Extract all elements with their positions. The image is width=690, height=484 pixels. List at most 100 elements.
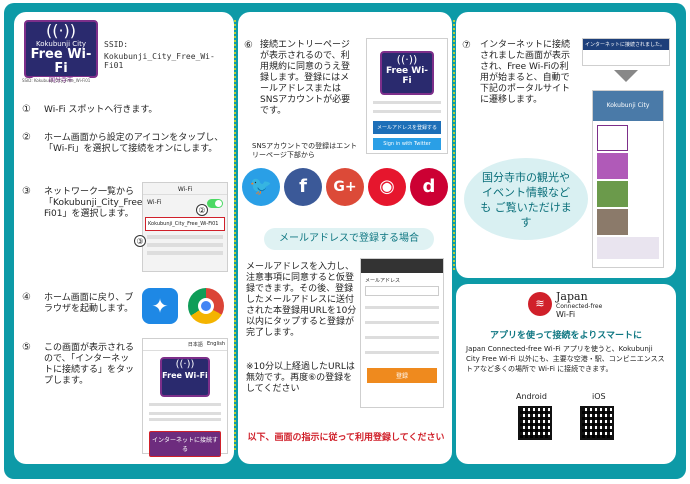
tab-japanese[interactable]: 日本語: [188, 341, 203, 348]
dotted-divider: [453, 20, 455, 270]
portal-tile[interactable]: [597, 153, 628, 179]
wifi-toggle-row: Wi-Fi: [143, 195, 227, 211]
register-submit-button[interactable]: 登録: [367, 368, 437, 383]
step-number: ③: [22, 186, 31, 197]
entry-wifi-logo: ((·)) Free Wi-Fi: [380, 51, 434, 95]
portal-tiles: [593, 121, 663, 263]
settings-title: Wi-Fi: [143, 183, 227, 195]
portal-tile[interactable]: [597, 181, 628, 207]
wifi-icon: ((·)): [175, 359, 195, 370]
chrome-center: [198, 298, 214, 314]
japan-body: Japan Connected-free Wi-Fi アプリを使うと、Kokub…: [466, 345, 665, 373]
connect-internet-button[interactable]: インターネットに接続する: [149, 431, 221, 457]
tab-english[interactable]: English: [207, 341, 225, 348]
step-number: ⑥: [244, 40, 253, 51]
japan-logo-text: Japan: [556, 290, 588, 303]
twitter-signin-button[interactable]: Sign in with Twitter: [373, 138, 441, 150]
network-item[interactable]: [147, 235, 223, 239]
arrow-down-icon: [614, 70, 638, 82]
facebook-icon[interactable]: f: [284, 168, 322, 206]
steps-panel-middle: ⑥ 接続エントリーページが表示されるので、利用規約に同意のうえ登録します。登録に…: [238, 12, 452, 464]
email-form-screenshot: メールアドレス 登録: [360, 258, 444, 408]
agreement-line: [365, 321, 439, 324]
wifi-icon: ((·)): [396, 53, 418, 66]
bubble-text: 国分寺市の観光やイベント情報なども ご覧いただけます: [480, 171, 572, 229]
dotted-divider: [234, 20, 236, 450]
steps-panel-right: ⑦ インターネットに接続されました画面が表示され、Free Wi-Fiの利用が始…: [456, 12, 676, 278]
wifi-icon: ((·)): [45, 21, 77, 40]
ssid-value: Kokubunji_City_Free_Wi-Fi01: [104, 52, 215, 70]
info-bubble: 国分寺市の観光やイベント情報なども ご覧いただけます: [464, 158, 588, 240]
android-label: Android: [516, 392, 547, 401]
entry-logo-title: Free Wi-Fi: [385, 66, 429, 86]
docomo-icon[interactable]: d: [410, 168, 448, 206]
follow-instructions-footer: 以下、画面の指示に従って利用登録してください: [247, 433, 445, 443]
sns-note: SNSアカウントでの登録はエントリーページ下部から: [252, 142, 358, 159]
terms-line: [149, 418, 221, 421]
email-instructions: メールアドレスを入力し、注意事項に同意すると仮登録できます。その後、登録したメー…: [246, 262, 357, 338]
step-number: ⑦: [462, 40, 471, 51]
step-text: 接続エントリーページが表示されるので、利用規約に同意のうえ登録します。登録にはメ…: [260, 40, 351, 116]
agreement-line: [365, 306, 439, 309]
portal-tile[interactable]: [597, 237, 659, 259]
wifi-settings-screenshot: Wi-Fi Wi-Fi Kokubunji_City_Free_Wi-Fi01: [142, 182, 228, 272]
weibo-icon[interactable]: ◉: [368, 168, 406, 206]
entry-page-screenshot: ((·)) Free Wi-Fi メールアドレスを登録する Sign in wi…: [366, 38, 448, 154]
terms-line: [373, 101, 441, 104]
agreement-line: [365, 351, 439, 354]
safari-icon[interactable]: ✦: [142, 288, 178, 324]
form-header: [361, 259, 443, 273]
steps-panel-left: ((·)) Kokubunji City Free Wi-Fi 国分寺市 SSI…: [14, 12, 234, 464]
step-text: ホーム画面から設定のアイコンをタップし、「Wi-Fi」を選択して接続をオンにしま…: [44, 133, 224, 154]
portal-header: Kokubunji City: [593, 91, 663, 121]
android-qr-code[interactable]: [518, 406, 552, 440]
logo-title: Free Wi-Fi: [30, 47, 92, 76]
email-input[interactable]: [365, 286, 439, 296]
japan-wifi-icon: ≋: [528, 292, 552, 316]
network-item[interactable]: [147, 251, 223, 255]
japan-logo-wifi: Wi-Fi: [556, 310, 576, 319]
terms-line: [149, 412, 221, 415]
ios-qr-code[interactable]: [580, 406, 614, 440]
agreement-line: [365, 336, 439, 339]
step-number: ①: [22, 104, 31, 115]
step-text: インターネットに接続されました画面が表示され、Free Wi-Fiの利用が始まる…: [480, 40, 571, 105]
connected-label: インターネットに接続されました。: [583, 39, 669, 50]
step-number: ④: [22, 292, 31, 303]
japan-connected-panel: ≋ Japan Connected-free Wi-Fi アプリを使って接続をよ…: [456, 284, 676, 464]
sns-icon-row: 🐦 f G+ ◉ d: [242, 168, 448, 206]
kokubunji-wifi-logo: ((·)) Kokubunji City Free Wi-Fi 国分寺市: [24, 20, 98, 85]
email-registration-banner: メールアドレスで登録する場合: [264, 228, 434, 250]
japan-logo-sub: Connected-free: [556, 303, 603, 310]
callout-2: ②: [196, 204, 208, 216]
mini-wifi-logo: ((·)) Free Wi-Fi: [160, 357, 210, 397]
step-text: Wi-Fi スポットへ行きます。: [44, 105, 158, 115]
language-tabs: 日本語 English: [143, 339, 227, 351]
step-text: ネットワーク一覧から「Kokubunji_City_Free_Wi-Fi01」を…: [44, 187, 162, 219]
portal-site-screenshot: Kokubunji City: [592, 90, 664, 268]
mini-logo-title: Free Wi-Fi: [162, 371, 208, 380]
wifi-row-label: Wi-Fi: [147, 199, 162, 206]
connected-screenshot: インターネットに接続されました。: [582, 38, 670, 66]
ios-label: iOS: [592, 392, 606, 401]
callout-3: ③: [134, 235, 146, 247]
google-plus-icon[interactable]: G+: [326, 168, 364, 206]
chrome-icon[interactable]: [188, 288, 224, 324]
register-email-button[interactable]: メールアドレスを登録する: [373, 121, 441, 134]
step-number: ②: [22, 132, 31, 143]
step-text: この画面が表示されるので、「インターネットに接続する」をタップします。: [44, 343, 135, 386]
logo-ssid-caption: SSID: Kokubunji_City_Free_Wi-Fi01: [22, 78, 91, 83]
ssid-label: SSID:: [104, 40, 129, 49]
portal-tile[interactable]: [597, 209, 628, 235]
portal-tile[interactable]: [597, 125, 628, 151]
terms-line: [149, 403, 221, 406]
step-text: ホーム画面に戻り、ブラウザを起動します。: [44, 293, 134, 314]
japan-headline: アプリを使って接続をよりスマートに: [489, 331, 643, 341]
step-number: ⑤: [22, 342, 31, 353]
wifi-toggle[interactable]: [207, 199, 223, 208]
email-field-label: メールアドレス: [365, 278, 401, 284]
terms-line: [373, 110, 441, 113]
twitter-icon[interactable]: 🐦: [242, 168, 280, 206]
network-item[interactable]: [147, 243, 223, 247]
network-item-kokubunji[interactable]: Kokubunji_City_Free_Wi-Fi01: [145, 217, 225, 231]
